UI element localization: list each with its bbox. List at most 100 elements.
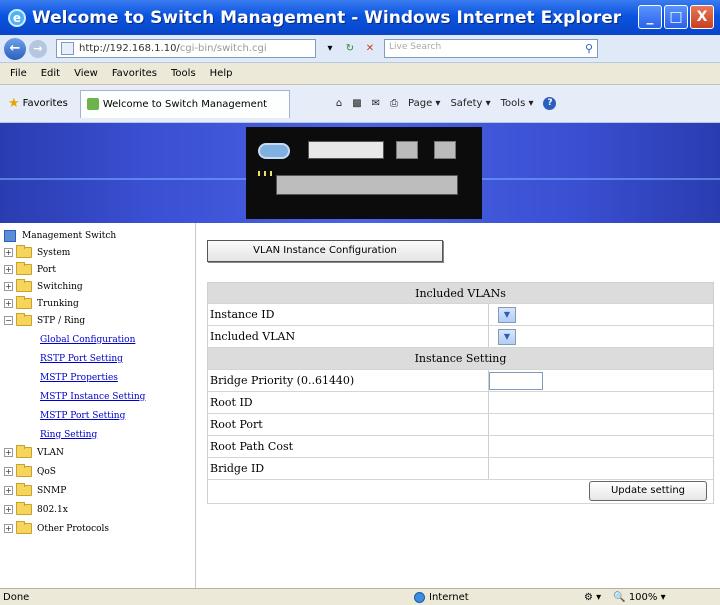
tree-link-mstp-properties[interactable]: MSTP Properties [40, 369, 118, 386]
tree-link-label[interactable]: Ring Setting [40, 430, 97, 440]
zoom-value: 100% [628, 591, 658, 603]
main-panel: VLAN Instance Configuration Included VLA… [197, 223, 720, 588]
protected-mode-icon[interactable]: ⚙ ▾ [584, 592, 601, 603]
uplink-port-icon [396, 141, 418, 159]
security-zone: Internet [414, 591, 584, 603]
tree-item-system[interactable]: + System [4, 244, 70, 261]
expand-icon[interactable]: + [4, 524, 13, 533]
minimize-button[interactable]: _ [638, 5, 662, 29]
bridge-priority-label: Bridge Priority (0..61440) [210, 374, 355, 387]
tree-item-stp-ring[interactable]: − STP / Ring [4, 312, 85, 329]
favorites-button[interactable]: ★ Favorites [8, 96, 68, 111]
expand-icon[interactable]: + [4, 448, 13, 457]
expand-icon[interactable]: + [4, 467, 13, 476]
tree-root[interactable]: Management Switch [4, 227, 116, 244]
zone-label: Internet [429, 591, 469, 603]
url-input[interactable]: http://192.168.1.10/cgi-bin/switch.cgi [56, 39, 316, 58]
expand-icon[interactable]: + [4, 282, 13, 291]
tree-item-8021x[interactable]: + 802.1x [4, 501, 68, 518]
tree-label: System [37, 247, 71, 258]
dropdown-icon[interactable]: ▾ [322, 41, 338, 57]
update-setting-button[interactable]: Update setting [589, 481, 707, 501]
bridge-priority-input[interactable] [489, 372, 543, 390]
port-block-top [308, 141, 384, 159]
feeds-icon[interactable]: ▩ [352, 98, 361, 109]
zoom-level[interactable]: 🔍 100% ▾ [613, 592, 665, 603]
browser-tab[interactable]: Welcome to Switch Management [79, 89, 290, 118]
stop-icon[interactable]: ✕ [362, 41, 378, 57]
included-vlan-select[interactable]: ▼ [498, 329, 516, 345]
tree-label: Other Protocols [37, 523, 110, 534]
url-path-text: cgi-bin/switch.cgi [179, 43, 267, 54]
search-input[interactable]: Live Search ⚲ [384, 39, 598, 58]
title-bar: e Welcome to Switch Management - Windows… [0, 0, 720, 35]
expand-icon[interactable]: + [4, 505, 13, 514]
mail-icon[interactable]: ✉ [372, 98, 380, 109]
tree-link-rstp-port-setting[interactable]: RSTP Port Setting [40, 350, 123, 367]
instance-id-row: Instance ID ▼ [207, 304, 714, 326]
tree-item-trunking[interactable]: + Trunking [4, 295, 79, 312]
tree-link-label[interactable]: MSTP Properties [40, 373, 118, 383]
back-arrow-icon[interactable]: ← [4, 37, 26, 60]
menu-view[interactable]: View [74, 68, 98, 79]
expand-icon[interactable]: + [4, 248, 13, 257]
tree-label: SNMP [37, 485, 67, 496]
expand-icon[interactable]: + [4, 265, 13, 274]
cell-divider [488, 326, 489, 347]
tree-link-label[interactable]: MSTP Port Setting [40, 411, 125, 421]
tree-item-qos[interactable]: + QoS [4, 463, 56, 480]
menu-tools[interactable]: Tools [171, 68, 196, 79]
folder-icon [16, 262, 32, 275]
tree-link-label[interactable]: MSTP Instance Setting [40, 392, 145, 402]
folder-open-icon [16, 313, 32, 326]
tree-label: Switching [37, 281, 83, 292]
command-bar: ⌂ ▩ ✉ ⎙ Page ▾ Safety ▾ Tools ▾ ? [336, 97, 557, 110]
tree-item-switching[interactable]: + Switching [4, 278, 83, 295]
tree-link-ring-setting[interactable]: Ring Setting [40, 426, 97, 443]
port-block-bottom [276, 175, 458, 195]
page-title: VLAN Instance Configuration [207, 240, 443, 262]
folder-icon [16, 483, 32, 496]
switch-icon [4, 229, 16, 242]
tree-item-port[interactable]: + Port [4, 261, 56, 278]
ie-logo-icon: e [8, 8, 26, 27]
safety-menu[interactable]: Safety ▾ [450, 98, 490, 109]
refresh-icon[interactable]: ↻ [342, 41, 358, 57]
tree-item-vlan[interactable]: + VLAN [4, 444, 64, 461]
help-icon[interactable]: ? [543, 97, 557, 110]
menu-edit[interactable]: Edit [41, 68, 60, 79]
cell-divider [488, 436, 489, 457]
print-icon[interactable]: ⎙ [390, 98, 398, 109]
window-title: Welcome to Switch Management - Windows I… [32, 7, 622, 28]
collapse-icon[interactable]: − [4, 316, 13, 325]
forward-arrow-icon[interactable]: → [29, 39, 47, 58]
expand-icon[interactable]: + [4, 299, 13, 308]
page-favicon-icon [86, 98, 99, 110]
tree-root-label: Management Switch [22, 230, 117, 241]
tree-item-other-protocols[interactable]: + Other Protocols [4, 520, 109, 537]
address-bar: ← → http://192.168.1.10/cgi-bin/switch.c… [0, 35, 720, 63]
root-port-label: Root Port [210, 418, 263, 431]
tree-link-mstp-instance-setting[interactable]: MSTP Instance Setting [40, 388, 145, 405]
tree-link-global-configuration[interactable]: Global Configuration [40, 331, 135, 348]
folder-icon [16, 445, 32, 458]
status-bar: Done Internet ⚙ ▾ 🔍 100% ▾ [0, 588, 720, 605]
expand-icon[interactable]: + [4, 486, 13, 495]
menu-help[interactable]: Help [210, 68, 233, 79]
search-icon[interactable]: ⚲ [585, 42, 593, 55]
tree-link-mstp-port-setting[interactable]: MSTP Port Setting [40, 407, 125, 424]
home-icon[interactable]: ⌂ [336, 98, 342, 109]
instance-id-select[interactable]: ▼ [498, 307, 516, 323]
close-button[interactable]: X [690, 5, 714, 29]
switch-device-image [246, 127, 482, 219]
tree-item-snmp[interactable]: + SNMP [4, 482, 66, 499]
menu-favorites[interactable]: Favorites [112, 68, 157, 79]
instance-id-label: Instance ID [210, 308, 275, 321]
tree-link-label[interactable]: Global Configuration [40, 335, 135, 345]
page-menu[interactable]: Page ▾ [408, 98, 440, 109]
search-placeholder: Live Search [389, 42, 442, 52]
tree-link-label[interactable]: RSTP Port Setting [40, 354, 123, 364]
menu-file[interactable]: File [10, 68, 27, 79]
tools-menu[interactable]: Tools ▾ [501, 98, 534, 109]
maximize-button[interactable]: □ [664, 5, 688, 29]
